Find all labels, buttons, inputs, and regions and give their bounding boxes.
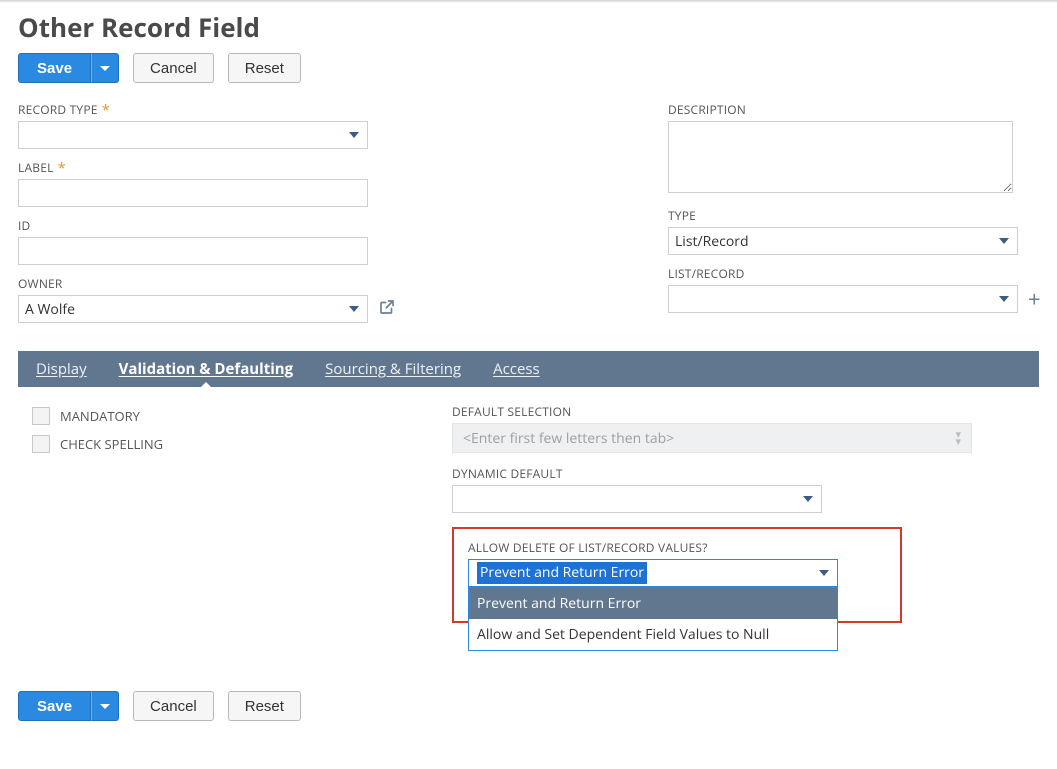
cancel-button-bottom[interactable]: Cancel (133, 691, 214, 721)
caret-down-icon (100, 66, 110, 71)
check-spelling-label: CHECK SPELLING (60, 435, 163, 453)
dynamic-default-label: DYNAMIC DEFAULT (452, 465, 563, 482)
label-input[interactable] (18, 179, 368, 207)
caret-down-icon (349, 306, 359, 312)
caret-down-icon (999, 296, 1009, 302)
required-star-icon: * (102, 105, 110, 115)
reset-button-bottom[interactable]: Reset (228, 691, 301, 721)
id-input[interactable] (18, 237, 368, 265)
allow-delete-label: ALLOW DELETE OF LIST/RECORD VALUES? (468, 539, 708, 556)
save-dropdown-button[interactable] (91, 53, 119, 83)
allow-delete-value: Prevent and Return Error (477, 562, 647, 584)
type-select[interactable]: List/Record (668, 227, 1018, 255)
type-value: List/Record (675, 232, 749, 251)
caret-down-icon (349, 132, 359, 138)
save-button[interactable]: Save (18, 53, 91, 83)
dynamic-default-select[interactable] (452, 485, 822, 513)
owner-label: OWNER (18, 275, 63, 292)
tab-validation[interactable]: Validation & Defaulting (117, 359, 296, 379)
check-spelling-checkbox[interactable] (32, 435, 50, 453)
cancel-button[interactable]: Cancel (133, 53, 214, 83)
allow-delete-dropdown: Prevent and Return Error Allow and Set D… (468, 587, 838, 651)
tab-strip: Display Validation & Defaulting Sourcing… (18, 351, 1039, 387)
open-in-new-icon[interactable] (378, 298, 396, 320)
page-title: Other Record Field (18, 9, 1039, 45)
record-type-label: RECORD TYPE (18, 101, 98, 118)
allow-delete-select[interactable]: Prevent and Return Error (468, 559, 838, 587)
caret-down-icon (100, 704, 110, 709)
save-dropdown-button-bottom[interactable] (91, 691, 119, 721)
reset-button[interactable]: Reset (228, 53, 301, 83)
bottom-button-row: Save Cancel Reset (18, 691, 1039, 721)
save-button-bottom[interactable]: Save (18, 691, 91, 721)
type-label: TYPE (668, 207, 696, 224)
description-label: DESCRIPTION (668, 101, 746, 118)
caret-down-icon (999, 238, 1009, 244)
default-selection-placeholder: <Enter first few letters then tab> (463, 429, 674, 448)
default-selection-label: DEFAULT SELECTION (452, 403, 571, 420)
double-chevron-icon: ▾▾ (955, 431, 961, 445)
required-star-icon: * (58, 163, 66, 173)
caret-down-icon (819, 570, 829, 576)
owner-value: A Wolfe (25, 300, 75, 319)
allow-delete-option-1[interactable]: Allow and Set Dependent Field Values to … (469, 619, 837, 650)
list-record-select[interactable] (668, 285, 1018, 313)
tab-access[interactable]: Access (491, 359, 542, 379)
allow-delete-option-0[interactable]: Prevent and Return Error (469, 588, 837, 619)
label-field-label: LABEL (18, 159, 54, 176)
top-button-row: Save Cancel Reset (18, 53, 1039, 83)
caret-down-icon (803, 496, 813, 502)
allow-delete-highlight: ALLOW DELETE OF LIST/RECORD VALUES? Prev… (452, 527, 902, 623)
default-selection-select: <Enter first few letters then tab> ▾▾ (452, 423, 972, 453)
owner-select[interactable]: A Wolfe (18, 295, 368, 323)
tab-display[interactable]: Display (34, 359, 89, 379)
id-label: ID (18, 217, 30, 234)
mandatory-checkbox[interactable] (32, 407, 50, 425)
add-list-record-icon[interactable]: + (1028, 290, 1041, 308)
tab-sourcing[interactable]: Sourcing & Filtering (323, 359, 463, 379)
mandatory-label: MANDATORY (60, 407, 140, 425)
list-record-label: LIST/RECORD (668, 265, 745, 282)
record-type-select[interactable] (18, 121, 368, 149)
description-textarea[interactable] (668, 121, 1013, 193)
